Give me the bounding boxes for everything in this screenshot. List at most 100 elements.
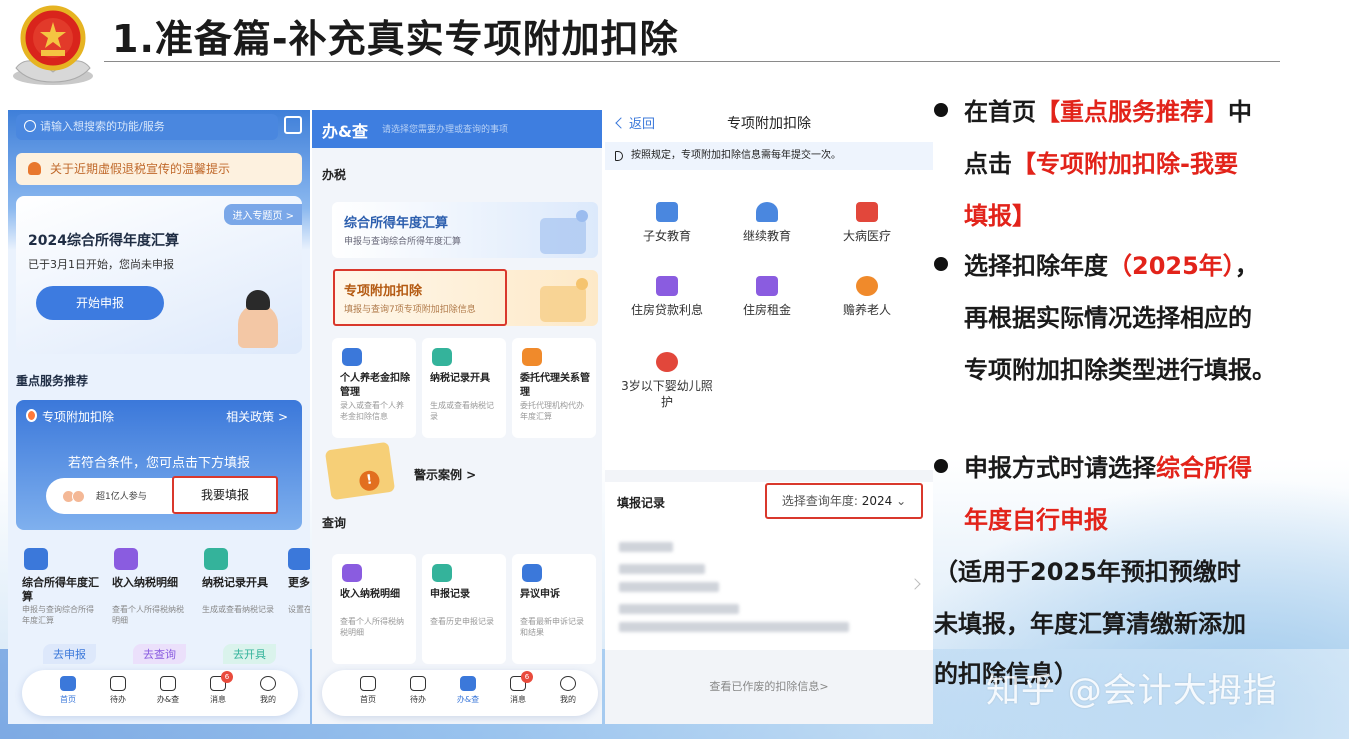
highlight-box [333,269,507,326]
bullet-dot [934,459,948,473]
go-file-button[interactable]: 去申报 [43,644,96,664]
section-tax-label: 办税 [322,168,347,182]
warning-cases-link[interactable]: 警示案例 > [414,466,476,483]
record-icon [432,348,452,366]
agency-relation-item[interactable]: 委托代理关系管理 委托代理机构代办年度汇算 [512,338,596,438]
tab-messages[interactable]: 6 消息 [494,671,542,705]
service-annual[interactable]: 综合所得年度汇算 申报与查询综合所得年度汇算 去申报 [16,544,100,664]
item-housing-rent[interactable]: 住房租金 [717,276,817,318]
notice-banner[interactable]: 关于近期虚假退税宣传的温馨提示 [16,153,302,185]
highlight-text: （2025年） [1108,252,1235,280]
blurred-record [619,542,673,552]
item-name: 委托代理关系管理 [520,373,590,398]
pension-icon [342,348,362,366]
wallet-icon [114,548,138,570]
calendar-icon [110,676,126,691]
text: 申报方式时请选择 [964,454,1156,482]
view-voided-link[interactable]: 查看已作废的扣除信息> [605,678,933,694]
chevron-down-icon: ⌄ [896,494,907,508]
item-infant-care[interactable]: 3岁以下婴幼儿照护 [617,352,717,410]
tab-home[interactable]: 首页 [344,676,392,705]
house-key-icon [756,276,778,296]
chevron-right-icon[interactable] [909,578,921,590]
tab-label: 首页 [60,695,76,704]
graduation-cap-icon [756,202,778,222]
service-desc: 生成或查看纳税记录 [202,605,274,614]
tab-label: 消息 [210,695,226,704]
item-elderly-support[interactable]: 赡养老人 [817,276,917,318]
annual-settlement-item[interactable]: 综合所得年度汇算 申报与查询综合所得年度汇算 [332,202,598,258]
section-title: 重点服务推荐 [16,374,89,388]
text: 专项附加扣除类型进行填报。 [964,356,1276,384]
text: 点击 [964,150,1012,178]
back-button[interactable]: 返回 [617,113,655,132]
tab-handle-query[interactable]: 办&查 [144,676,192,705]
tab-mine[interactable]: 我的 [544,676,592,705]
item-children-education[interactable]: 子女教育 [617,202,717,244]
highlight-text: 填报】 [964,202,1036,230]
go-issue-button[interactable]: 去开具 [223,644,276,664]
highlight-text: 年度自行申报 [964,506,1108,534]
item-housing-loan[interactable]: 住房贷款利息 [617,276,717,318]
item-label: 继续教育 [742,229,791,243]
service-more[interactable]: 更多功 设置在常用功 [286,544,310,664]
service-desc: 设置在常用功 [288,605,310,614]
appeal-icon [522,564,542,582]
tab-mine[interactable]: 我的 [244,676,292,705]
smile-icon [260,676,276,691]
message-icon: 6 [210,671,233,691]
card-subtitle: 已于3月1日开始，您尚未申报 [28,258,174,271]
slide-title: 1.准备篇-补充真实专项附加扣除 [112,17,679,61]
text: 在首页 [964,98,1036,126]
message-icon: 6 [510,671,533,691]
item-serious-illness[interactable]: 大病医疗 [817,202,917,244]
tab-home[interactable]: 首页 [44,676,92,705]
special-card-message: 若符合条件，您可点击下方填报 [67,456,250,471]
participant-count: 超1亿人参与 [96,492,147,502]
books-icon [656,202,678,222]
enter-topic-link[interactable]: 进入专题页 > [224,204,302,225]
fill-now-button[interactable]: 我要填报 [172,476,278,514]
tab-messages[interactable]: 6 消息 [194,671,242,705]
tab-handle-query[interactable]: 办&查 [444,676,492,705]
related-policy-link[interactable]: 相关政策 > [226,408,288,425]
pension-deduction-item[interactable]: 个人养老金扣除管理 录入或查看个人养老金扣除信息 [332,338,416,438]
service-income-detail[interactable]: 收入纳税明细 查看个人所得税纳税明细 去查询 [106,544,190,664]
tab-label: 首页 [360,695,376,704]
start-filing-button[interactable]: 开始申报 [36,286,164,320]
section-divider [605,470,933,482]
tab-todo[interactable]: 待办 [94,676,142,705]
warning-folder-icon [324,441,396,501]
warning-cases-banner[interactable]: 警示案例 > [322,441,598,501]
search-input[interactable]: 请输入想搜索的功能/服务 [16,114,278,140]
go-query-button[interactable]: 去查询 [133,644,186,664]
agency-icon [522,348,542,366]
scan-icon[interactable] [284,116,302,134]
service-name: 综合所得年度汇算 [22,576,99,603]
appeal-item[interactable]: 异议申诉 查看最新申诉记录和结果 [512,554,596,664]
search-placeholder: 请输入想搜索的功能/服务 [40,120,165,133]
service-name: 收入纳税明细 [112,576,178,589]
year-selector[interactable]: 选择查询年度: 2024 ⌄ [765,483,923,519]
avatar-group [62,488,88,504]
blurred-record [619,564,705,574]
header-hint[interactable]: 请选择您需要办理或查询的事项 [382,122,508,135]
message-badge: 6 [221,671,233,683]
item-continuing-education[interactable]: 继续教育 [717,202,817,244]
item-desc: 查看个人所得税纳税明细 [340,617,404,637]
record-icon [204,548,228,570]
service-tax-record[interactable]: 纳税记录开具 生成或查看纳税记录 去开具 [196,544,280,664]
annual-settlement-card[interactable]: 进入专题页 > 2024综合所得年度汇算 已于3月1日开始，您尚未申报 开始申报 [16,196,302,354]
item-name: 纳税记录开具 [430,373,490,384]
flame-icon [26,409,37,422]
tax-record-item[interactable]: 纳税记录开具 生成或查看纳税记录 [422,338,506,438]
bullet-dot [934,257,948,271]
tab-todo[interactable]: 待办 [394,676,442,705]
watermark: 知乎 @会计大拇指 [986,671,1278,711]
special-deduction-card: 专项附加扣除 相关政策 > 若符合条件，您可点击下方填报 超1亿人参与 我要填报 [16,400,302,530]
income-detail-item[interactable]: 收入纳税明细 查看个人所得税纳税明细 [332,554,416,664]
voided-info-area: 查看已作废的扣除信息> [605,650,933,724]
record-title: 填报记录 [617,496,666,510]
filing-record-item[interactable]: 申报记录 查看历史申报记录 [422,554,506,664]
item-label: 大病医疗 [842,229,891,243]
